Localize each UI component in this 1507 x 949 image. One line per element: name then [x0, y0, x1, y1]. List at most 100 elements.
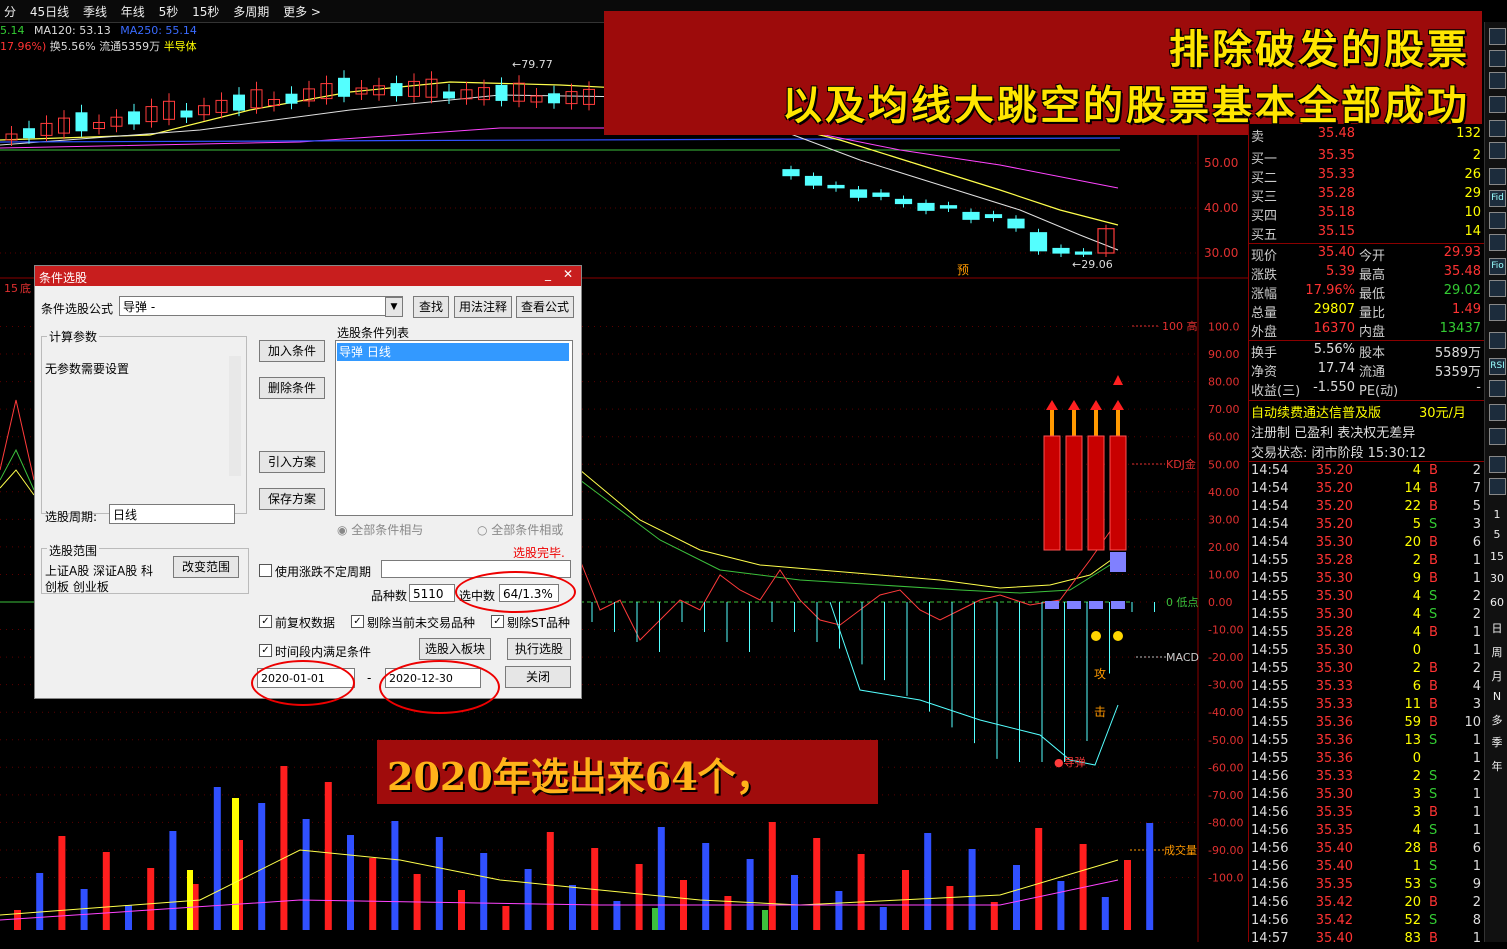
save-plan-button[interactable]: 保存方案 [259, 488, 325, 510]
remove-st-checkbox[interactable]: ✓ [491, 615, 504, 628]
time-period-checkbox[interactable]: ✓ [259, 644, 272, 657]
close-icon[interactable]: ✕ [563, 267, 573, 281]
tick-time: 14:56 [1251, 841, 1289, 856]
bid-label: 买五 [1251, 228, 1278, 243]
tick-count: 7 [1472, 481, 1481, 496]
to-block-button[interactable]: 选股入板块 [419, 638, 491, 660]
uncertain-checkbox[interactable] [259, 564, 272, 577]
period-week[interactable]: 周 [1489, 644, 1505, 660]
condition-list[interactable]: 导弹 日线 [335, 340, 573, 516]
sidebar-fio-icon[interactable]: Fio [1489, 258, 1506, 275]
formula-label: 条件选股公式 [41, 302, 114, 316]
or-radio[interactable]: ○ 全部条件相或 [477, 521, 563, 538]
params-scrollbar[interactable] [229, 356, 241, 476]
tick-side: S [1429, 517, 1438, 532]
toolbar-item-45day[interactable]: 45日线 [26, 0, 75, 20]
sidebar-tool-icon[interactable] [1489, 332, 1506, 349]
period-season[interactable]: 季 [1489, 734, 1505, 750]
sidebar-tool-icon[interactable] [1489, 72, 1506, 89]
tick-row: 14:54 35.20 5 S 3 [1251, 517, 1483, 535]
sidebar-tool-icon[interactable] [1489, 142, 1506, 159]
and-radio[interactable]: ◉ 全部条件相与 [337, 521, 423, 538]
signal-marker [1067, 601, 1081, 609]
sidebar-tool-icon[interactable] [1489, 478, 1506, 495]
sidebar-tool-icon[interactable] [1489, 304, 1506, 321]
add-condition-button[interactable]: 加入条件 [259, 340, 325, 362]
tick-row: 14:56 35.30 3 S 1 [1251, 787, 1483, 805]
chevron-down-icon[interactable]: ▼ [385, 297, 403, 317]
sidebar-tool-icon[interactable] [1489, 96, 1506, 113]
toolbar-item-multi[interactable]: 多周期 [229, 0, 275, 20]
candle [939, 205, 958, 209]
stat-value: 16370 [1313, 321, 1355, 336]
run-select-button[interactable]: 执行选股 [507, 638, 571, 660]
tick-time: 14:55 [1251, 715, 1289, 730]
pencil-icon[interactable] [1489, 428, 1506, 445]
import-plan-button[interactable]: 引入方案 [259, 451, 325, 473]
tick-price: 35.33 [1315, 697, 1353, 712]
toolbar-item-more[interactable]: 更多 > [279, 0, 327, 20]
condition-item[interactable]: 导弹 日线 [337, 343, 569, 361]
stat-label: 净资 [1251, 365, 1278, 380]
period-15[interactable]: 15 [1489, 550, 1505, 563]
tick-volume: 0 [1412, 643, 1421, 658]
sidebar-tool-icon[interactable] [1489, 234, 1506, 251]
toolbar-item-fen[interactable]: 分 [0, 0, 22, 20]
period-30[interactable]: 30 [1489, 572, 1505, 585]
rocket-stem [1050, 410, 1054, 436]
change-range-button[interactable]: 改变范围 [173, 556, 239, 578]
period-multi[interactable]: 多 [1489, 712, 1505, 728]
sidebar-tool-icon[interactable] [1489, 168, 1506, 185]
count-label: 品种数 [371, 589, 408, 603]
toolbar-item-season[interactable]: 季线 [79, 0, 113, 20]
delete-condition-button[interactable]: 删除条件 [259, 377, 325, 399]
ma120-value: MA120: 53.13 [34, 24, 111, 37]
close-button[interactable]: 关闭 [505, 666, 571, 688]
tick-time: 14:55 [1251, 733, 1289, 748]
period-month[interactable]: 月 [1489, 668, 1505, 684]
period-1[interactable]: 1 [1489, 508, 1505, 521]
stock-picker-dialog: 条件选股 _ ✕ 条件选股公式 导弹 - ▼ 查找 用法注释 查看公式 计算参数… [34, 265, 582, 699]
find-button[interactable]: 查找 [413, 296, 449, 318]
indicator-tick-label: -80.00 [1208, 816, 1243, 829]
stat-label: 流通 [1359, 365, 1386, 380]
period-5[interactable]: 5 [1489, 528, 1505, 541]
stat-label: 今开 [1359, 249, 1386, 264]
toolbar-item-5s[interactable]: 5秒 [155, 0, 185, 20]
pre-adjust-checkbox[interactable]: ✓ [259, 615, 272, 628]
tick-volume: 59 [1404, 715, 1421, 730]
tick-count: 2 [1472, 463, 1481, 478]
sidebar-tool-icon[interactable] [1489, 380, 1506, 397]
period-n[interactable]: N [1489, 690, 1505, 703]
bid-row: 买四 35.18 10 [1251, 205, 1483, 224]
minimize-icon[interactable]: _ [545, 267, 551, 281]
signal-marker [1089, 601, 1103, 609]
sidebar-rsi-icon[interactable]: RSI [1489, 358, 1506, 375]
yu-label: 预 [957, 263, 969, 277]
period-60[interactable]: 60 [1489, 596, 1505, 609]
sidebar-tool-icon[interactable] [1489, 212, 1506, 229]
toolbar-item-year[interactable]: 年线 [117, 0, 151, 20]
sidebar-tool-icon[interactable] [1489, 280, 1506, 297]
sidebar-tool-icon[interactable] [1489, 404, 1506, 421]
period-year[interactable]: 年 [1489, 758, 1505, 774]
volume-bar [187, 870, 193, 930]
period-day[interactable]: 日 [1489, 620, 1505, 636]
stat-label: 股本 [1359, 346, 1386, 361]
view-formula-button[interactable]: 查看公式 [516, 296, 574, 318]
toolbar-item-15s[interactable]: 15秒 [188, 0, 225, 20]
period-select[interactable]: 日线 [109, 504, 235, 524]
sidebar-tool-icon[interactable] [1489, 120, 1506, 137]
tick-count: 2 [1472, 769, 1481, 784]
sidebar-tool-icon[interactable] [1489, 50, 1506, 67]
bid-price: 35.35 [1317, 148, 1355, 163]
usage-button[interactable]: 用法注释 [454, 296, 512, 318]
tick-row: 14:55 35.36 0 1 [1251, 751, 1483, 769]
range-text-1: 上证A股 深证A股 科 [45, 564, 154, 578]
sidebar-fid-icon[interactable]: Fid [1489, 190, 1506, 207]
volume-bar [924, 833, 932, 930]
remove-unlisted-checkbox[interactable]: ✓ [351, 615, 364, 628]
sidebar-tool-icon[interactable] [1489, 28, 1506, 45]
sidebar-tool-icon[interactable] [1489, 456, 1506, 473]
formula-select[interactable]: 导弹 - [119, 296, 403, 316]
